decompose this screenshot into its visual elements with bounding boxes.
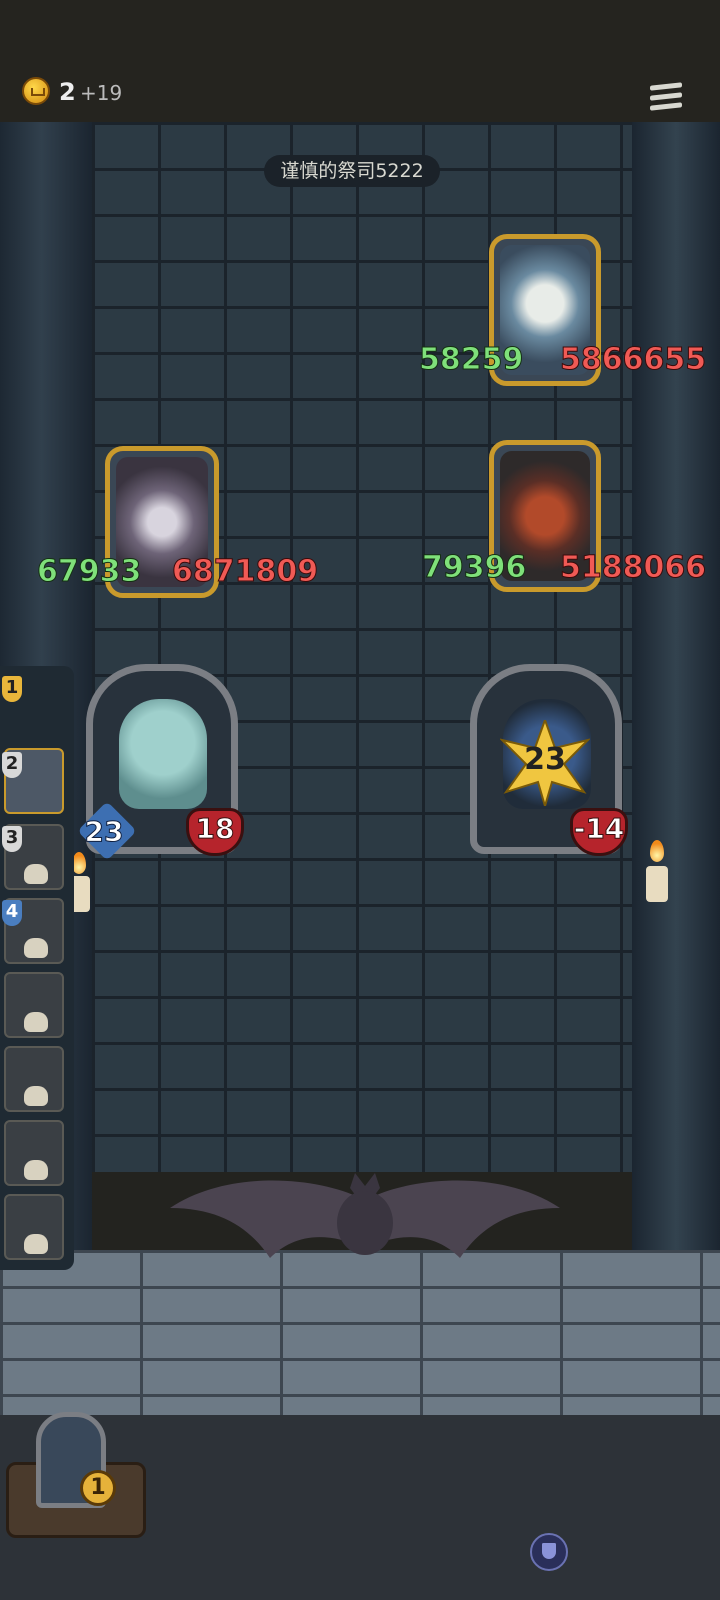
gold-income: +19 (80, 81, 123, 105)
turn-queue: 1 2 3 4 (0, 666, 74, 1270)
enemy-health: 6871809 (171, 554, 319, 590)
hero-attack: 23 (84, 815, 124, 849)
queue-slot-number: 2 (2, 752, 22, 778)
hero-health: -14 (573, 812, 625, 846)
enemy-attack: 67933 (36, 554, 142, 590)
gold-coin-icon (22, 77, 50, 105)
queue-slot-number: 3 (2, 826, 22, 852)
queue-slot-number: 4 (2, 900, 22, 926)
enemy-health: 5866655 (559, 342, 707, 378)
right-pillar (632, 122, 720, 1252)
queue-slot[interactable] (4, 1046, 64, 1112)
top-bar: 2 +19 (0, 0, 720, 122)
player-level: 1 (80, 1470, 116, 1506)
gold-amount: 2 (59, 78, 76, 106)
enemy-health: 5188066 (559, 550, 707, 586)
queue-slot-number: 1 (2, 676, 22, 702)
skull-icon (24, 1012, 48, 1032)
hero-health: 18 (195, 812, 235, 846)
queue-slot[interactable] (4, 1120, 64, 1186)
menu-button[interactable] (650, 82, 682, 114)
skull-icon (24, 864, 48, 884)
flame-icon (72, 852, 86, 874)
shield-icon[interactable] (530, 1533, 568, 1571)
queue-slot[interactable] (4, 972, 64, 1038)
candle-right (646, 866, 668, 902)
skull-icon (24, 938, 48, 958)
queue-slot[interactable] (4, 1194, 64, 1260)
golem-portrait (119, 699, 207, 809)
hero-health-badge: 18 (186, 808, 244, 856)
flame-icon (650, 840, 664, 862)
hero-health-badge: -14 (570, 808, 628, 856)
hero-burst-damage: 23 (524, 742, 566, 777)
skull-icon (24, 1086, 48, 1106)
enemy-attack: 58259 (418, 342, 524, 378)
skull-icon (24, 1160, 48, 1180)
bat-ornament-icon (170, 1173, 560, 1258)
skull-icon (24, 1234, 48, 1254)
opponent-name: 谨慎的祭司5222 (264, 155, 440, 187)
enemy-attack: 79396 (421, 550, 527, 586)
